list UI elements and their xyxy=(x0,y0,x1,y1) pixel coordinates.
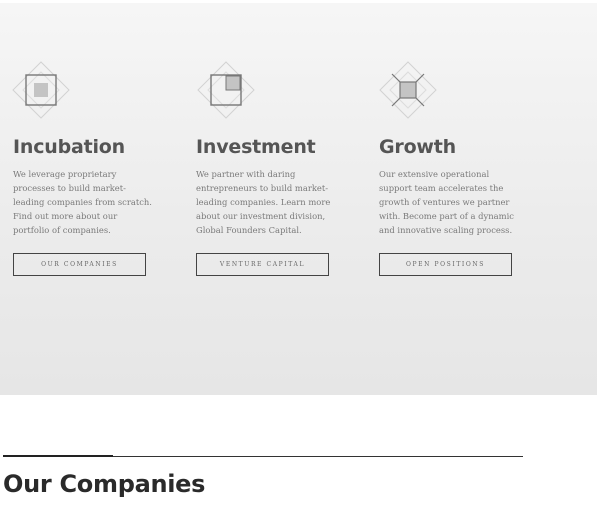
service-title: Investment xyxy=(196,136,316,158)
corner-square-diamond-icon xyxy=(197,61,255,119)
our-companies-button[interactable]: OUR COMPANIES xyxy=(13,253,146,276)
service-description: We leverage proprietary processes to bui… xyxy=(13,169,152,235)
cross-square-diamond-icon xyxy=(379,61,437,119)
service-description: We partner with daring entrepreneurs to … xyxy=(196,169,331,235)
section-title: Our Companies xyxy=(3,470,206,498)
venture-capital-button[interactable]: VENTURE CAPITAL xyxy=(196,253,329,276)
services-hero-section: Incubation We leverage proprietary proce… xyxy=(0,3,597,395)
square-diamond-icon xyxy=(12,61,70,119)
open-positions-button[interactable]: OPEN POSITIONS xyxy=(379,253,512,276)
service-title: Growth xyxy=(379,136,456,158)
service-title: Incubation xyxy=(13,136,125,158)
section-divider-accent xyxy=(3,455,113,457)
service-description: Our extensive operational support team a… xyxy=(379,169,514,235)
